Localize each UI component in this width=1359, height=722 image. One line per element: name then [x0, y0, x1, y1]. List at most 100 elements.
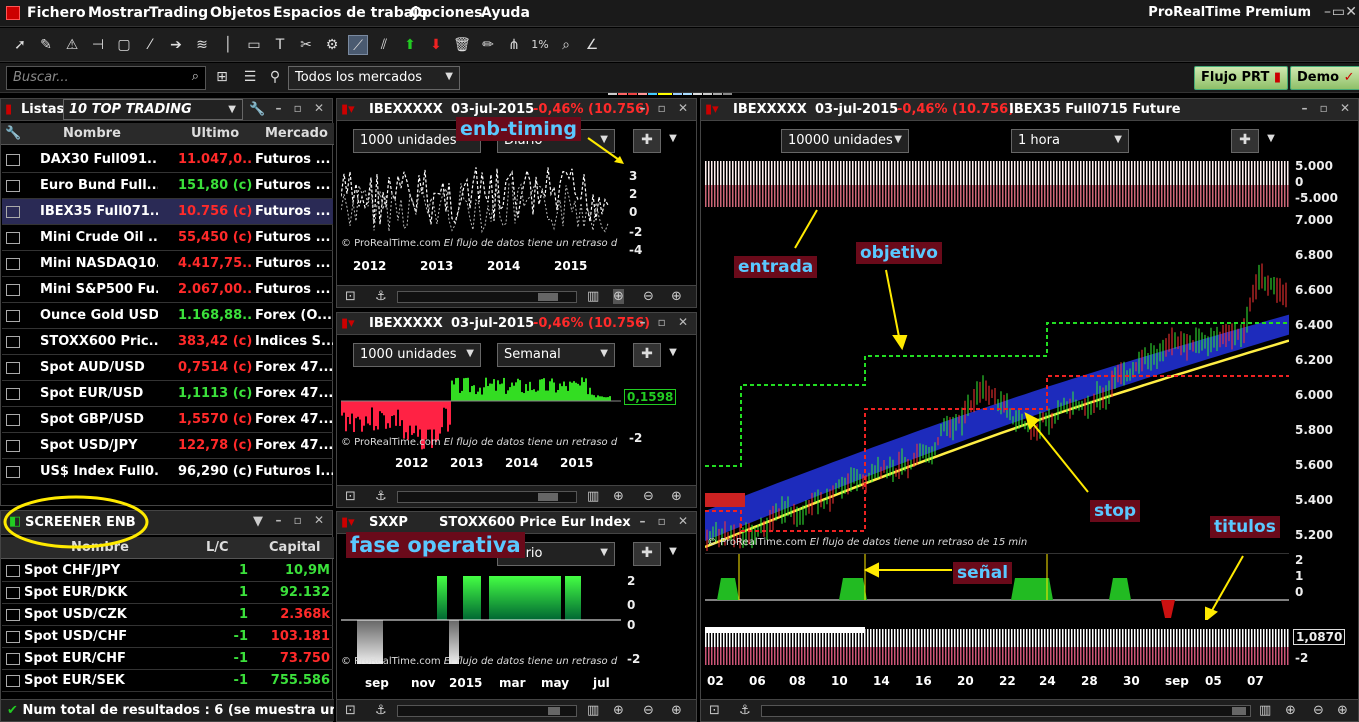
chart1-anchor-icon[interactable]: ⚓ — [375, 289, 387, 304]
col-lc[interactable]: L/C — [206, 540, 229, 555]
chart3-zoom-in-icon[interactable]: ⊕ — [671, 703, 682, 718]
ruler-icon[interactable]: ✎ — [36, 35, 56, 55]
list-row[interactable]: Spot EUR/USD 1,1113 (c) Forex 47... — [2, 381, 333, 407]
col-ultimo[interactable]: Ultimo — [191, 126, 239, 141]
chart3-controls[interactable]: – ▫ ✕ — [639, 514, 692, 528]
chart1-indicator-dropdown-icon[interactable]: ▼ — [663, 129, 683, 153]
chart-icon[interactable] — [6, 414, 20, 426]
channel-icon[interactable]: ⫽ — [374, 35, 394, 55]
col-capital[interactable]: Capital — [269, 540, 321, 555]
chart-icon[interactable] — [6, 653, 20, 665]
chart2-indicator-dropdown-icon[interactable]: ▼ — [663, 343, 683, 367]
chart2-zoom-fit-icon[interactable]: ⊕ — [613, 489, 624, 504]
chart2-units-select[interactable]: 1000 unidades ▼ — [353, 343, 481, 367]
chart3-zoom-fit-icon[interactable]: ⊕ — [613, 703, 624, 718]
chart-icon[interactable] — [6, 336, 20, 348]
list-row[interactable]: Mini S&P500 Fu... 2.067,00... Futuros ... — [2, 277, 333, 303]
chart2-zoom-in-icon[interactable]: ⊕ — [671, 489, 682, 504]
chart3-anchor-icon[interactable]: ⚓ — [375, 703, 387, 718]
chart4-zoom-out-icon[interactable]: ⊖ — [1313, 703, 1324, 718]
list-row[interactable]: US$ Index Full0... 96,290 (c) Futuros I... — [2, 459, 333, 485]
vline-icon[interactable]: │ — [218, 35, 238, 55]
pencil-icon[interactable]: ✏ — [478, 35, 498, 55]
list-row[interactable]: Euro Bund Full... 151,80 (c) Futuros ... — [2, 173, 333, 199]
chart4-scrollbar[interactable] — [761, 705, 1251, 717]
chart2-controls[interactable]: – ▫ ✕ — [639, 315, 692, 329]
chart-icon[interactable] — [6, 310, 20, 322]
chart-icon[interactable] — [6, 206, 20, 218]
chart4-anchor-icon[interactable]: ⚓ — [739, 703, 751, 718]
chart4-export-icon[interactable]: ⊡ — [709, 703, 720, 718]
close-icon[interactable]: ✕ — [1345, 4, 1357, 20]
chart1-export-icon[interactable]: ⊡ — [345, 289, 356, 304]
percent-icon[interactable]: 1% — [530, 35, 550, 55]
minimize-icon[interactable]: – — [1324, 4, 1331, 20]
menu-opciones[interactable]: Opciones — [410, 5, 482, 21]
restore-icon[interactable]: ▭ — [1332, 4, 1345, 20]
screener-controls[interactable]: – ▫ ✕ — [275, 513, 328, 527]
chart-icon[interactable] — [6, 587, 20, 599]
chart2-zoom-out-icon[interactable]: ⊖ — [643, 489, 654, 504]
chart4-bars-icon[interactable]: ▥ — [1259, 703, 1271, 718]
filter-icon[interactable]: ⚲ — [265, 67, 285, 87]
buy-arrow-icon[interactable]: ⬆ — [400, 35, 420, 55]
settings-icon[interactable]: ⚙ — [322, 35, 342, 55]
chart3-plot[interactable] — [341, 570, 621, 670]
chart-icon[interactable] — [6, 675, 20, 687]
list-row[interactable]: Spot GBP/USD 1,5570 (c) Forex 47... — [2, 407, 333, 433]
demo-button[interactable]: Demo ✓ — [1290, 66, 1359, 90]
fan-icon[interactable]: ⋔ — [504, 35, 524, 55]
chart1-zoom-fit-icon[interactable]: ⊕ — [613, 289, 624, 304]
menu-fichero[interactable]: Fichero — [27, 5, 86, 21]
chart3-zoom-out-icon[interactable]: ⊖ — [643, 703, 654, 718]
chart-icon[interactable] — [6, 258, 20, 270]
hline-icon[interactable]: ⊣ — [88, 35, 108, 55]
menu-mostrar[interactable]: Mostrar — [88, 5, 150, 21]
chart-icon[interactable] — [6, 284, 20, 296]
market-select[interactable]: Todos los mercados ▼ — [288, 66, 460, 90]
screener-row[interactable]: Spot USD/CZK 1 2.368k — [2, 604, 333, 626]
chart3-bars-icon[interactable]: ▥ — [587, 703, 599, 718]
list-row[interactable]: STOXX600 Pric... 383,42 (c) Indices S... — [2, 329, 333, 355]
chart1-zoom-in-icon[interactable]: ⊕ — [671, 289, 682, 304]
angle-icon[interactable]: ∠ — [582, 35, 602, 55]
screener-dropdown-icon[interactable]: ▼ — [253, 514, 263, 529]
col-nombre[interactable]: Nombre — [63, 126, 121, 141]
arrow-icon[interactable]: ➔ — [166, 35, 186, 55]
chart2-bars-icon[interactable]: ▥ — [587, 489, 599, 504]
trendline-icon[interactable]: ⟋ — [348, 35, 368, 55]
text-icon[interactable]: T — [270, 35, 290, 55]
chart3-add-indicator-icon[interactable]: ✚ — [633, 542, 661, 566]
chart-icon[interactable] — [6, 466, 20, 478]
chart-icon[interactable] — [6, 362, 20, 374]
chart1-scrollbar[interactable] — [397, 291, 577, 303]
chart2-period-select[interactable]: Semanal ▼ — [497, 343, 615, 367]
chart2-add-indicator-icon[interactable]: ✚ — [633, 343, 661, 367]
chart4-bottom-indicator[interactable] — [705, 627, 1289, 667]
rectangle-icon[interactable]: ▢ — [114, 35, 134, 55]
list-row[interactable]: Ounce Gold USD 1.168,88... Forex (O... — [2, 303, 333, 329]
chart2-export-icon[interactable]: ⊡ — [345, 489, 356, 504]
chart-icon[interactable] — [6, 232, 20, 244]
chart4-period-select[interactable]: 1 hora ▼ — [1011, 129, 1129, 153]
search-input[interactable]: Buscar... ⌕ — [6, 66, 206, 90]
chart1-add-indicator-icon[interactable]: ✚ — [633, 129, 661, 153]
chart4-add-indicator-icon[interactable]: ✚ — [1231, 129, 1259, 153]
panel-controls[interactable]: – ▫ ✕ — [275, 101, 328, 115]
chart-icon[interactable] — [6, 609, 20, 621]
menu-trading[interactable]: Trading — [149, 5, 208, 21]
col-mercado[interactable]: Mercado — [265, 126, 328, 141]
chart-icon[interactable] — [6, 631, 20, 643]
chart1-bars-icon[interactable]: ▥ — [587, 289, 599, 304]
chart1-plot[interactable] — [341, 157, 621, 251]
chart-icon[interactable] — [6, 440, 20, 452]
chart2-scrollbar[interactable] — [397, 491, 577, 503]
wrench-icon[interactable]: 🔧 — [249, 102, 265, 117]
chart3-scrollbar[interactable] — [397, 705, 577, 717]
screener-row[interactable]: Spot EUR/CHF -1 73.750 — [2, 648, 333, 670]
trash-icon[interactable]: 🗑 — [452, 35, 472, 55]
chart4-units-select[interactable]: 10000 unidades ▼ — [781, 129, 909, 153]
screener-row[interactable]: Spot EUR/SEK -1 755.586 — [2, 670, 333, 692]
pointer-icon[interactable]: ➚ — [10, 35, 30, 55]
line-icon[interactable]: ⁄ — [140, 35, 160, 55]
